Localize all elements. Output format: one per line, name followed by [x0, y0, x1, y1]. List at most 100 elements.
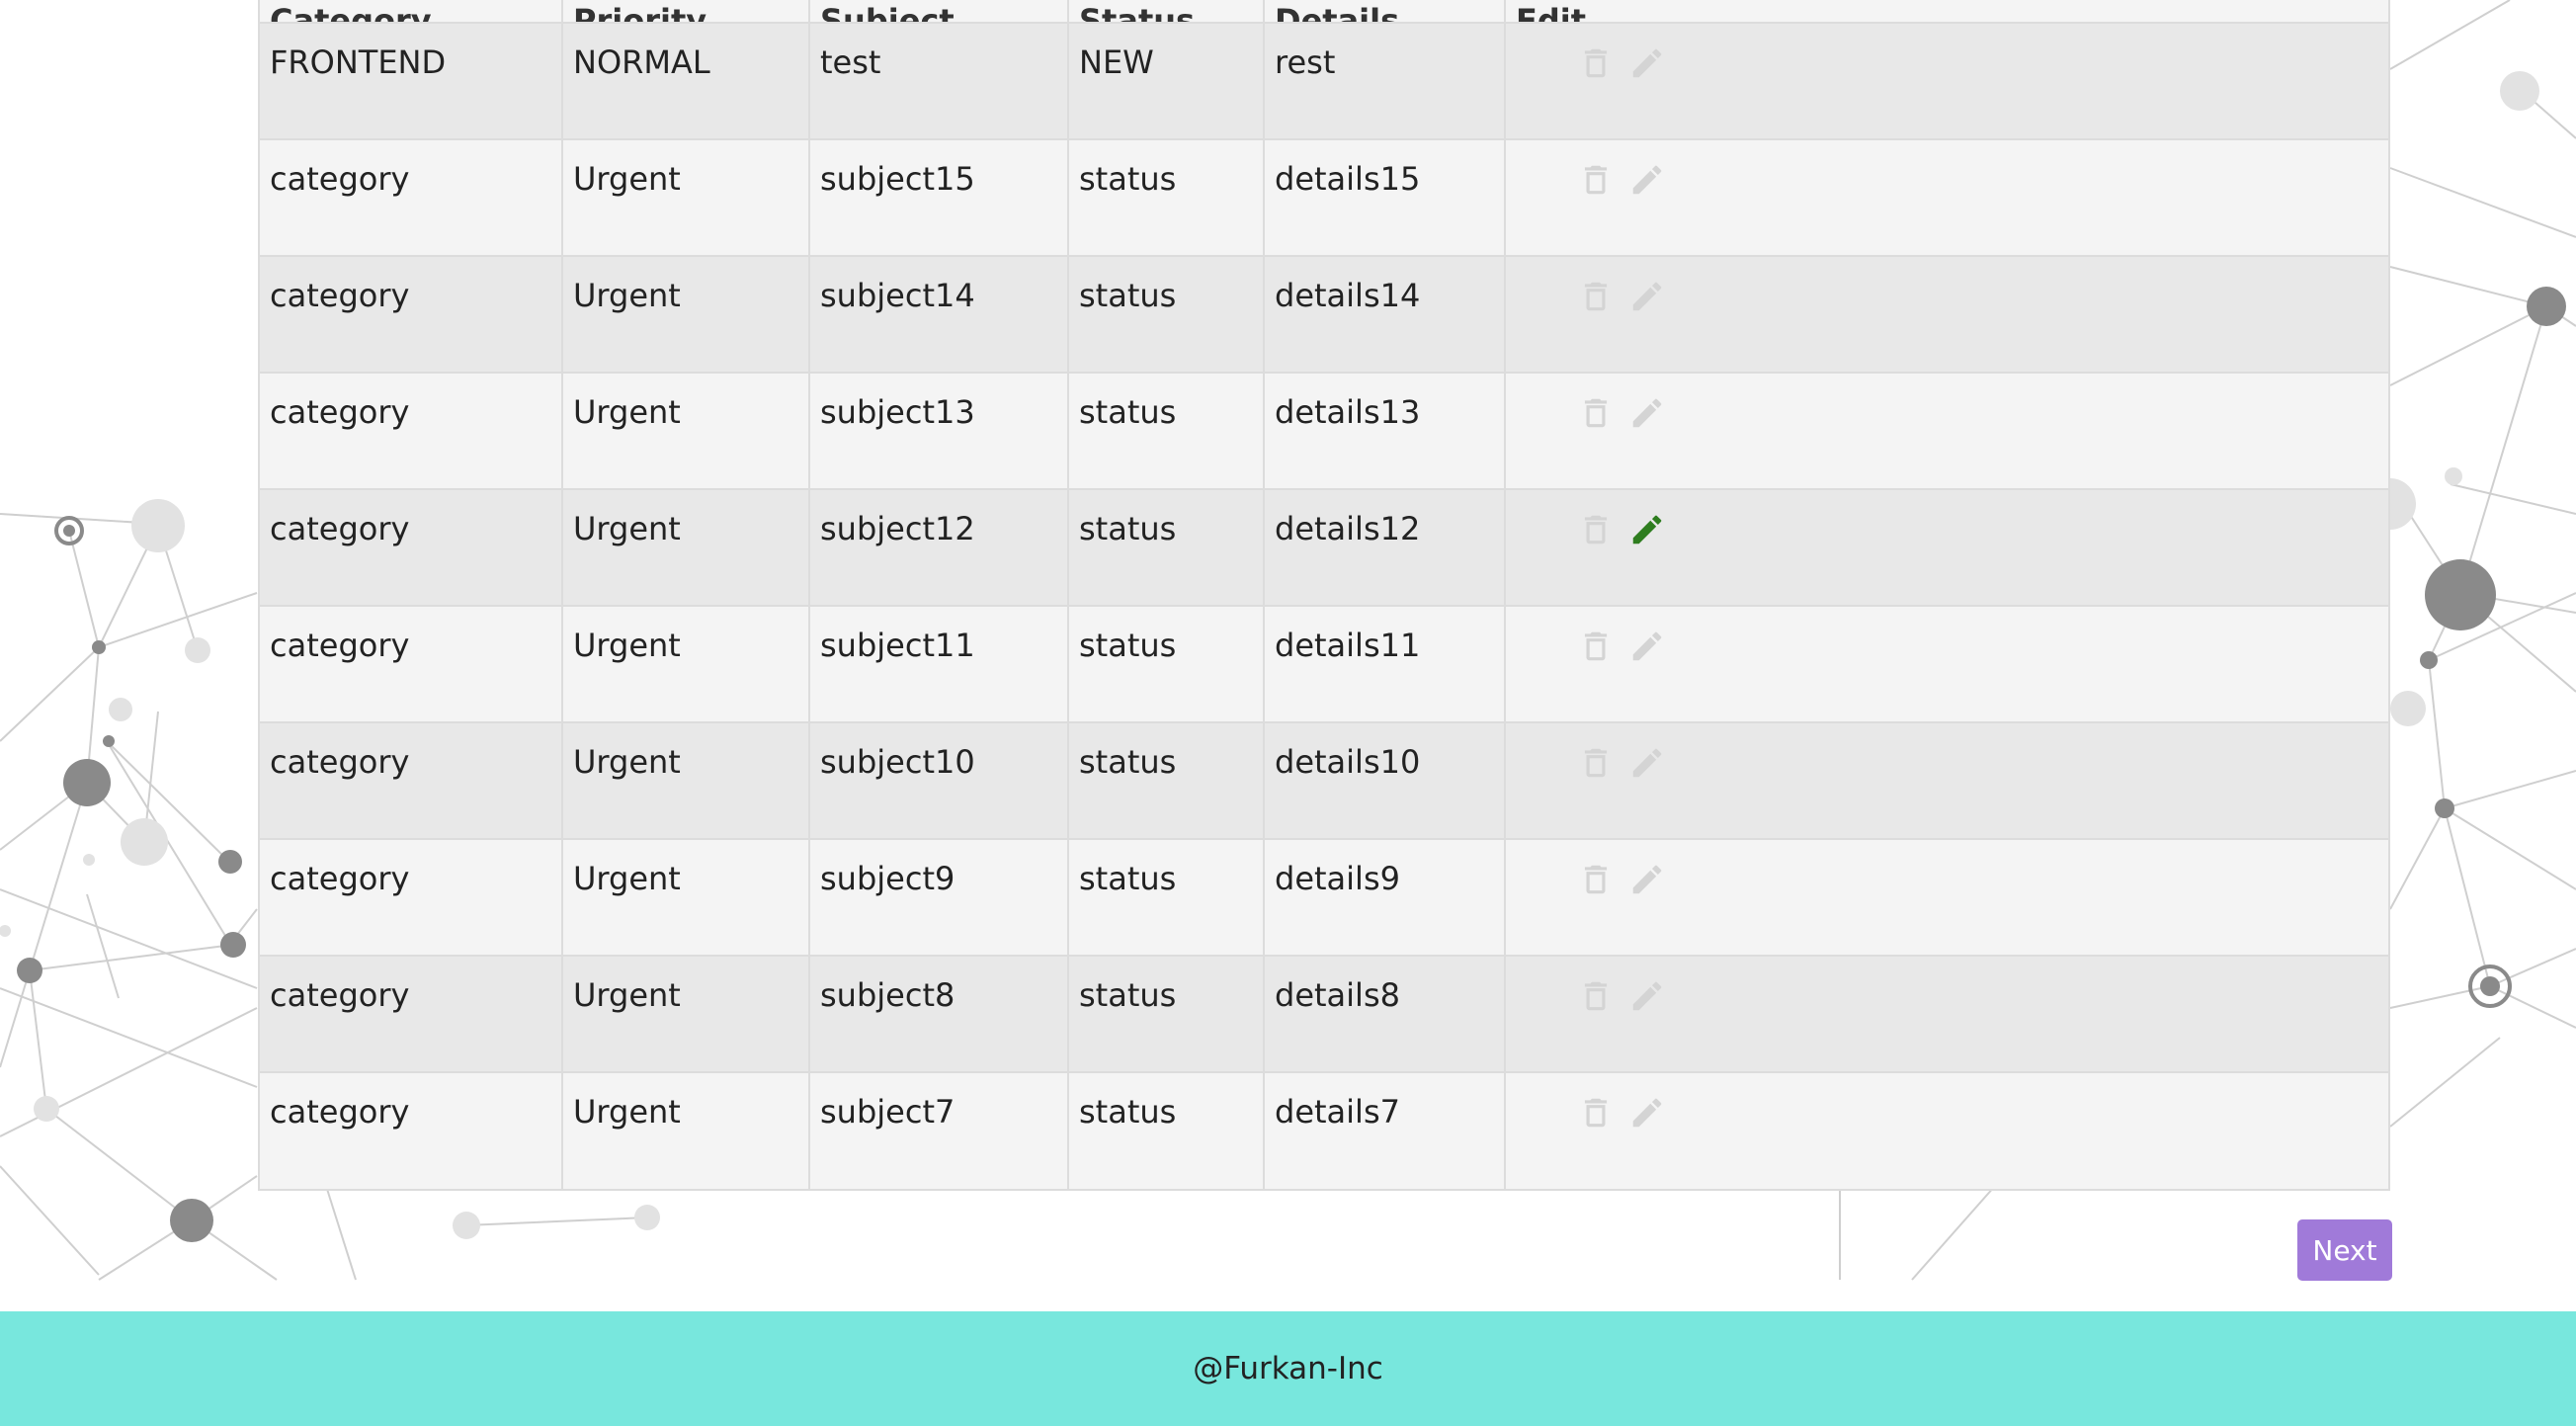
pencil-icon[interactable] [1628, 277, 1666, 316]
pencil-icon[interactable] [1628, 860, 1666, 899]
pencil-icon[interactable] [1628, 627, 1666, 666]
row-actions [1516, 393, 2378, 433]
trash-icon[interactable] [1577, 860, 1615, 899]
row-actions [1516, 743, 2378, 783]
pencil-icon[interactable] [1628, 43, 1666, 83]
cell-category: category [260, 722, 563, 840]
cell-priority: NORMAL [562, 23, 810, 140]
cell-category: FRONTEND [260, 23, 563, 140]
footer: @Furkan-Inc [0, 1311, 2576, 1426]
cell-priority: Urgent [562, 139, 810, 257]
cell-status: status [1068, 139, 1265, 257]
cell-category: category [260, 139, 563, 257]
cell-subject: subject9 [809, 839, 1069, 957]
cell-priority: Urgent [562, 839, 810, 957]
cell-category: category [260, 489, 563, 607]
pencil-icon[interactable] [1628, 1093, 1666, 1132]
column-header-subject: Subject [809, 0, 1069, 24]
table-row: category Urgent subject9 status details9 [260, 839, 2388, 957]
cell-details: details15 [1264, 139, 1506, 257]
trash-icon[interactable] [1577, 277, 1615, 316]
pencil-icon[interactable] [1628, 160, 1666, 200]
tickets-table-container: Category Priority Subject Status Details… [258, 0, 2390, 1191]
trash-icon[interactable] [1577, 510, 1615, 549]
column-header-category: Category [260, 0, 563, 24]
cell-priority: Urgent [562, 373, 810, 490]
table-row: category Urgent subject7 status details7 [260, 1072, 2388, 1189]
cell-subject: subject13 [809, 373, 1069, 490]
cell-details: details9 [1264, 839, 1506, 957]
pencil-icon[interactable] [1628, 393, 1666, 433]
cell-category: category [260, 1072, 563, 1189]
table-row: category Urgent subject8 status details8 [260, 956, 2388, 1073]
cell-subject: subject10 [809, 722, 1069, 840]
pencil-icon[interactable] [1628, 510, 1666, 549]
table-row: FRONTEND NORMAL test NEW rest [260, 23, 2388, 140]
cell-status: status [1068, 839, 1265, 957]
pencil-icon[interactable] [1628, 743, 1666, 783]
cell-details: details10 [1264, 722, 1506, 840]
trash-icon[interactable] [1577, 43, 1615, 83]
cell-subject: subject12 [809, 489, 1069, 607]
cell-subject: subject8 [809, 956, 1069, 1073]
cell-category: category [260, 606, 563, 723]
cell-priority: Urgent [562, 489, 810, 607]
trash-icon[interactable] [1577, 743, 1615, 783]
table-header-row: Category Priority Subject Status Details… [260, 0, 2388, 24]
cell-status: status [1068, 722, 1265, 840]
cell-subject: subject15 [809, 139, 1069, 257]
table-row: category Urgent subject15 status details15 [260, 139, 2388, 257]
cell-priority: Urgent [562, 956, 810, 1073]
row-actions [1516, 1093, 2378, 1132]
cell-details: details7 [1264, 1072, 1506, 1189]
row-actions [1516, 160, 2378, 200]
row-actions [1516, 976, 2378, 1016]
row-actions [1516, 277, 2378, 316]
cell-status: status [1068, 1072, 1265, 1189]
table-row: category Urgent subject14 status details14 [260, 256, 2388, 374]
cell-subject: test [809, 23, 1069, 140]
cell-priority: Urgent [562, 256, 810, 374]
next-page-button[interactable]: Next [2297, 1219, 2392, 1281]
column-header-edit: Edit [1505, 0, 2388, 24]
cell-actions [1505, 23, 2388, 140]
cell-category: category [260, 956, 563, 1073]
trash-icon[interactable] [1577, 1093, 1615, 1132]
cell-status: NEW [1068, 23, 1265, 140]
cell-actions [1505, 256, 2388, 374]
cell-status: status [1068, 606, 1265, 723]
column-header-status: Status [1068, 0, 1265, 24]
cell-category: category [260, 256, 563, 374]
cell-actions [1505, 1072, 2388, 1189]
tickets-table: Category Priority Subject Status Details… [260, 0, 2388, 1189]
cell-subject: subject11 [809, 606, 1069, 723]
cell-category: category [260, 373, 563, 490]
table-body: FRONTEND NORMAL test NEW rest category Urgent s… [260, 23, 2388, 1189]
cell-status: status [1068, 373, 1265, 490]
row-actions [1516, 43, 2378, 83]
table-row: category Urgent subject12 status details12 [260, 489, 2388, 607]
cell-actions [1505, 606, 2388, 723]
cell-details: rest [1264, 23, 1506, 140]
column-header-priority: Priority [562, 0, 810, 24]
table-row: category Urgent subject13 status details13 [260, 373, 2388, 490]
cell-details: details13 [1264, 373, 1506, 490]
row-actions [1516, 860, 2378, 899]
trash-icon[interactable] [1577, 976, 1615, 1016]
cell-actions [1505, 839, 2388, 957]
cell-priority: Urgent [562, 606, 810, 723]
cell-actions [1505, 956, 2388, 1073]
table-row: category Urgent subject10 status details10 [260, 722, 2388, 840]
table-row: category Urgent subject11 status details11 [260, 606, 2388, 723]
trash-icon[interactable] [1577, 627, 1615, 666]
cell-priority: Urgent [562, 1072, 810, 1189]
cell-category: category [260, 839, 563, 957]
trash-icon[interactable] [1577, 160, 1615, 200]
pencil-icon[interactable] [1628, 976, 1666, 1016]
row-actions [1516, 627, 2378, 666]
cell-actions [1505, 489, 2388, 607]
cell-subject: subject14 [809, 256, 1069, 374]
trash-icon[interactable] [1577, 393, 1615, 433]
cell-status: status [1068, 256, 1265, 374]
cell-details: details8 [1264, 956, 1506, 1073]
